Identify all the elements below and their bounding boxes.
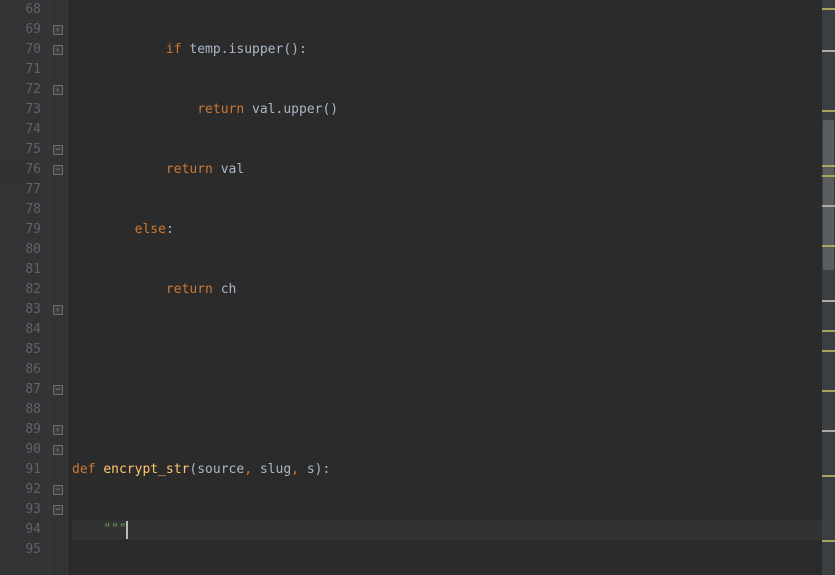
fold-expand-icon[interactable]: − (53, 165, 63, 175)
line-number: 91 (0, 460, 41, 480)
line-number: 81 (0, 260, 41, 280)
fold-collapse-icon[interactable]: ˫ (53, 305, 63, 315)
line-number: 90 (0, 440, 41, 460)
fold-collapse-icon[interactable]: ˫ (53, 45, 63, 55)
scrollbar-marker[interactable] (822, 390, 835, 392)
scrollbar-marker[interactable] (822, 475, 835, 477)
fold-collapse-icon[interactable]: ˫ (53, 85, 63, 95)
line-number: 73 (0, 100, 41, 120)
line-number: 94 (0, 520, 41, 540)
line-number: 95 (0, 540, 41, 560)
line-number: 69 (0, 20, 41, 40)
line-number: 92 (0, 480, 41, 500)
current-line[interactable]: """ (72, 520, 835, 540)
scrollbar-marker[interactable] (822, 165, 835, 167)
line-number: 87 (0, 380, 41, 400)
line-number: 78 (0, 200, 41, 220)
fold-expand-icon[interactable]: − (53, 505, 63, 515)
scrollbar-marker[interactable] (822, 245, 835, 247)
text-caret (126, 521, 128, 539)
line-number: 71 (0, 60, 41, 80)
line-number: 80 (0, 240, 41, 260)
scrollbar-marker[interactable] (822, 330, 835, 332)
line-number: 89 (0, 420, 41, 440)
line-number: 68 (0, 0, 41, 20)
line-number: 74 (0, 120, 41, 140)
fold-column[interactable]: ˫ ˫ ˫ − − ˫ − ˫ ˫ − − (50, 0, 68, 575)
line-number: 72 (0, 80, 41, 100)
scrollbar-marker[interactable] (822, 350, 835, 352)
scrollbar-marker[interactable] (822, 300, 835, 302)
line-number: 77 (0, 180, 41, 200)
fold-expand-icon[interactable]: − (53, 385, 63, 395)
line-number: 86 (0, 360, 41, 380)
fold-collapse-icon[interactable]: ˫ (53, 25, 63, 35)
scrollbar-marker[interactable] (822, 205, 835, 207)
fold-expand-icon[interactable]: − (53, 485, 63, 495)
line-number: 85 (0, 340, 41, 360)
line-number: 79 (0, 220, 41, 240)
scrollbar-marker[interactable] (822, 8, 835, 10)
code-editor[interactable]: 68 69 70 71 72 73 74 75 76 77 78 79 80 8… (0, 0, 835, 575)
line-number: 83 (0, 300, 41, 320)
line-number: 82 (0, 280, 41, 300)
line-number: 93 (0, 500, 41, 520)
fold-collapse-icon[interactable]: ˫ (53, 445, 63, 455)
fold-collapse-icon[interactable]: ˫ (53, 425, 63, 435)
scrollbar-marker[interactable] (822, 175, 835, 177)
scrollbar-marker[interactable] (822, 540, 835, 542)
vertical-scrollbar[interactable] (822, 0, 835, 575)
line-number: 84 (0, 320, 41, 340)
line-number: 70 (0, 40, 41, 60)
scrollbar-marker[interactable] (822, 50, 835, 52)
fold-expand-icon[interactable]: − (53, 145, 63, 155)
line-number: 88 (0, 400, 41, 420)
scrollbar-marker[interactable] (822, 110, 835, 112)
code-area[interactable]: if temp.isupper(): return val.upper() re… (68, 0, 835, 575)
line-number: 76 (0, 160, 41, 180)
line-number-gutter: 68 69 70 71 72 73 74 75 76 77 78 79 80 8… (0, 0, 50, 575)
scrollbar-marker[interactable] (822, 430, 835, 432)
scrollbar-thumb[interactable] (823, 120, 834, 270)
line-number: 75 (0, 140, 41, 160)
